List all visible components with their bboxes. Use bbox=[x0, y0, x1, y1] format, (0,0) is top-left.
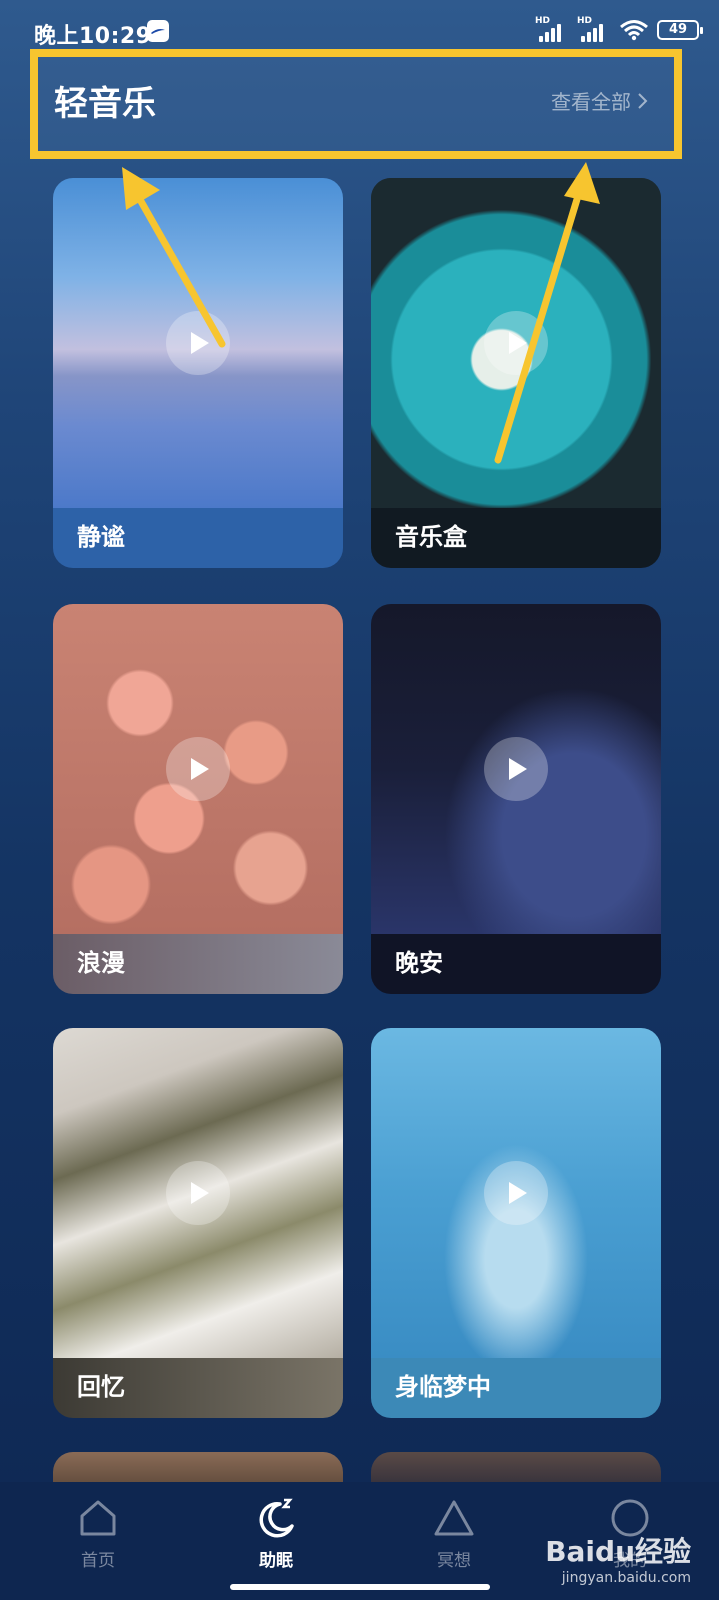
nav-meditation[interactable]: 冥想 bbox=[394, 1496, 514, 1576]
play-button[interactable] bbox=[484, 311, 548, 375]
nav-sleep[interactable]: 助眠 bbox=[216, 1496, 336, 1576]
play-icon bbox=[191, 332, 209, 354]
card-title: 回忆 bbox=[77, 1373, 125, 1401]
music-card[interactable]: 静谧 bbox=[53, 178, 343, 568]
moon-sleep-icon bbox=[259, 1498, 294, 1538]
play-icon bbox=[509, 758, 527, 780]
card-title: 静谧 bbox=[77, 523, 125, 551]
nav-home[interactable]: 首页 bbox=[38, 1496, 158, 1576]
play-icon bbox=[191, 1182, 209, 1204]
card-title: 浪漫 bbox=[77, 949, 125, 977]
triangle-icon bbox=[434, 1500, 474, 1536]
music-card[interactable]: 回忆 bbox=[53, 1028, 343, 1418]
wifi-icon bbox=[620, 20, 648, 41]
play-icon bbox=[509, 332, 527, 354]
watermark-url: jingyan.baidu.com bbox=[561, 1570, 691, 1586]
home-icon bbox=[80, 1500, 116, 1536]
app-notification-icon bbox=[147, 20, 169, 42]
cellular-signal-icon: HD bbox=[577, 16, 611, 42]
music-card[interactable]: 晚安 bbox=[371, 604, 661, 994]
home-indicator[interactable] bbox=[230, 1584, 490, 1590]
annotation-highlight-box bbox=[30, 49, 682, 159]
card-title: 身临梦中 bbox=[395, 1373, 491, 1401]
music-card[interactable]: 音乐盒 bbox=[371, 178, 661, 568]
play-button[interactable] bbox=[166, 737, 230, 801]
card-title: 音乐盒 bbox=[395, 523, 467, 551]
status-time: 晚上10:29 bbox=[34, 24, 152, 49]
nav-label: 助眠 bbox=[259, 1551, 293, 1571]
music-card[interactable]: 身临梦中 bbox=[371, 1028, 661, 1418]
status-icons: HD HD 49 bbox=[535, 16, 703, 42]
play-button[interactable] bbox=[166, 1161, 230, 1225]
play-button[interactable] bbox=[484, 737, 548, 801]
music-card[interactable]: 浪漫 bbox=[53, 604, 343, 994]
nav-label: 冥想 bbox=[437, 1551, 471, 1571]
watermark-logo-text: Baidu经验 bbox=[545, 1535, 691, 1568]
play-icon bbox=[509, 1182, 527, 1204]
card-title: 晚安 bbox=[395, 949, 443, 977]
play-button[interactable] bbox=[166, 311, 230, 375]
cellular-signal-icon: HD bbox=[535, 16, 569, 42]
nav-label: 首页 bbox=[81, 1551, 115, 1571]
watermark: Baidu经验 jingyan.baidu.com bbox=[545, 1530, 691, 1586]
battery-indicator: 49 bbox=[657, 20, 703, 40]
play-icon bbox=[191, 758, 209, 780]
play-button[interactable] bbox=[484, 1161, 548, 1225]
